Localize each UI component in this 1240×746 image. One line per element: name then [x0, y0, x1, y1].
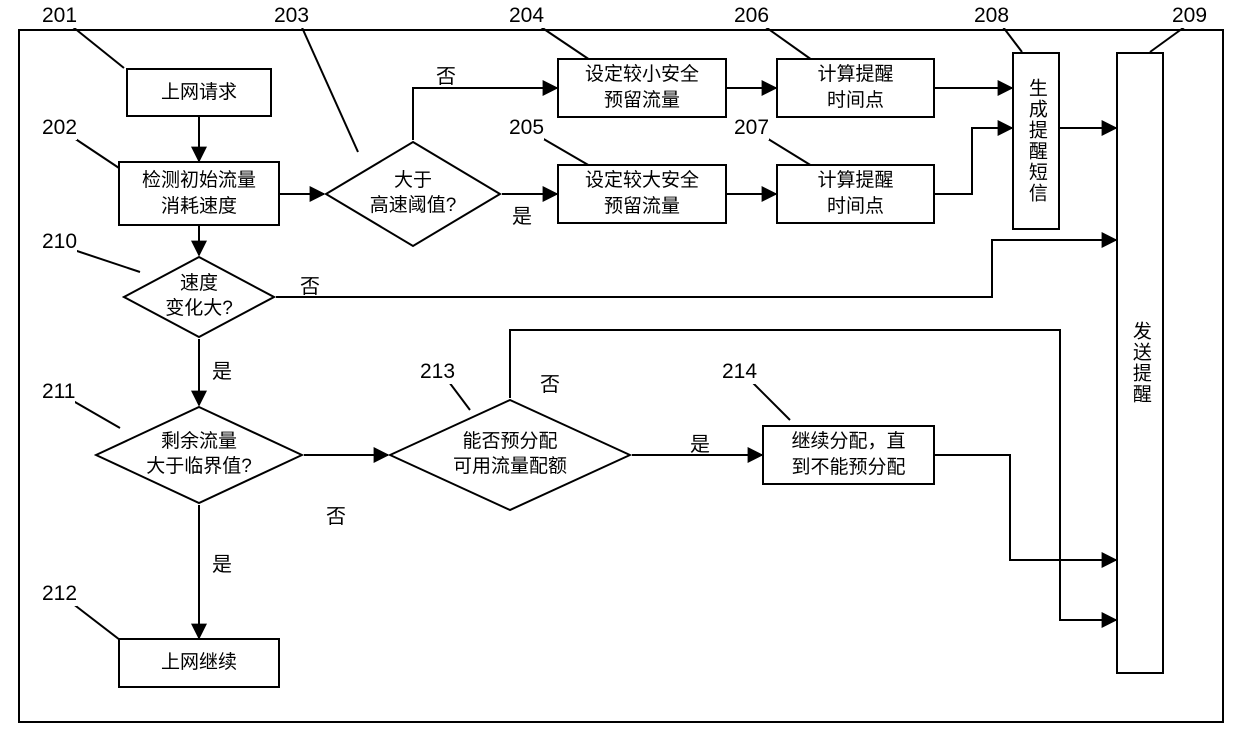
- node-label: 剩余流量大于临界值?: [146, 430, 252, 479]
- tag-201: 201: [42, 4, 77, 28]
- branch-yes: 是: [212, 355, 232, 384]
- tag-203: 203: [274, 4, 309, 28]
- node-210: 速度变化大?: [122, 255, 276, 339]
- tag-204: 204: [509, 4, 544, 28]
- tag-205: 205: [509, 116, 544, 140]
- node-label: 大于高速阈值?: [370, 169, 457, 218]
- node-label: 速度变化大?: [165, 272, 233, 321]
- branch-no: 否: [326, 500, 346, 529]
- node-label: 上网请求: [161, 80, 237, 106]
- branch-no: 否: [540, 368, 560, 397]
- node-211: 剩余流量大于临界值?: [94, 405, 304, 505]
- node-205: 设定较大安全预留流量: [557, 164, 727, 224]
- branch-yes: 是: [212, 548, 232, 577]
- node-209: 发送提醒: [1116, 52, 1164, 674]
- node-206: 计算提醒时间点: [776, 58, 935, 118]
- node-208: 生成提醒短信: [1012, 52, 1060, 230]
- tag-211: 211: [42, 380, 75, 404]
- node-207: 计算提醒时间点: [776, 164, 935, 224]
- node-203: 大于高速阈值?: [324, 140, 502, 248]
- node-213: 能否预分配可用流量配额: [388, 398, 632, 512]
- node-label: 发送提醒: [1127, 321, 1153, 405]
- node-label: 设定较大安全预留流量: [585, 168, 699, 219]
- node-label: 计算提醒时间点: [817, 62, 893, 113]
- branch-yes: 是: [690, 428, 710, 457]
- node-202: 检测初始流量消耗速度: [118, 161, 280, 226]
- node-label: 继续分配，直到不能预分配: [791, 429, 905, 480]
- branch-yes: 是: [512, 200, 532, 229]
- tag-209: 209: [1172, 4, 1207, 28]
- tag-214: 214: [722, 360, 757, 384]
- tag-210: 210: [42, 230, 77, 254]
- tag-206: 206: [734, 4, 769, 28]
- node-label: 生成提醒短信: [1023, 78, 1049, 204]
- tag-213: 213: [420, 360, 455, 384]
- node-label: 检测初始流量消耗速度: [142, 168, 256, 219]
- node-204: 设定较小安全预留流量: [557, 58, 727, 118]
- flowchart-canvas: 201 202 203 204 205 206 207 208 209 210 …: [0, 0, 1240, 746]
- node-label: 设定较小安全预留流量: [585, 62, 699, 113]
- branch-no: 否: [436, 60, 456, 89]
- tag-207: 207: [734, 116, 769, 140]
- branch-no: 否: [300, 270, 320, 299]
- node-label: 能否预分配可用流量配额: [453, 430, 567, 479]
- node-212: 上网继续: [118, 638, 280, 688]
- node-label: 计算提醒时间点: [817, 168, 893, 219]
- node-label: 上网继续: [161, 650, 237, 676]
- tag-212: 212: [42, 582, 77, 606]
- node-214: 继续分配，直到不能预分配: [762, 425, 935, 485]
- tag-208: 208: [974, 4, 1009, 28]
- tag-202: 202: [42, 116, 77, 140]
- node-201: 上网请求: [126, 68, 272, 117]
